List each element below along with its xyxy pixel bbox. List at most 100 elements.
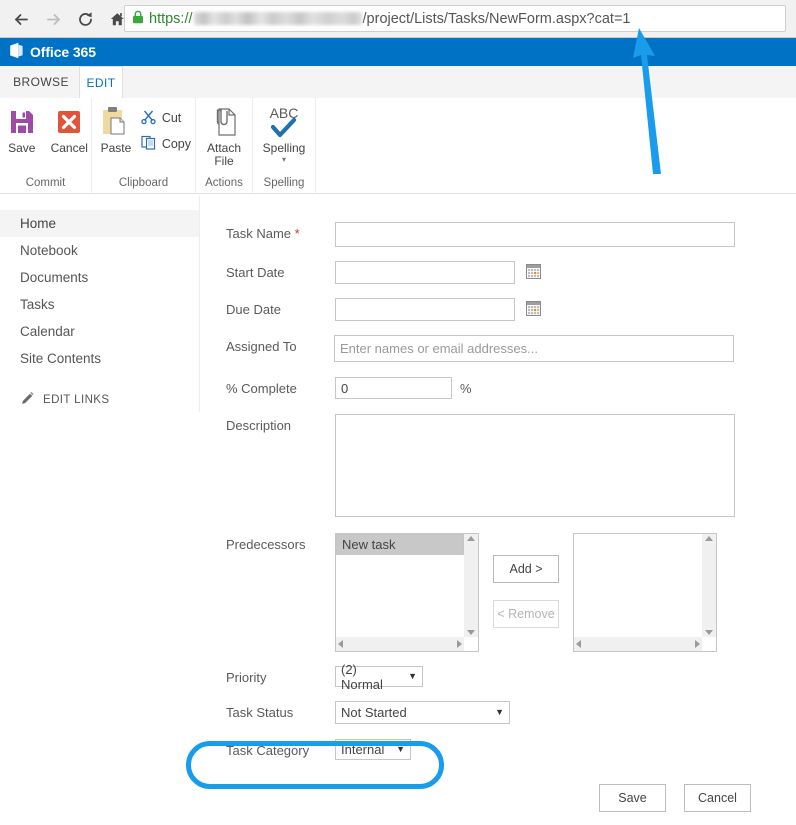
browser-nav-buttons [6,0,132,38]
chevron-down-icon[interactable]: ▾ [282,156,286,164]
sidebar-item-site-contents[interactable]: Site Contents [0,345,199,372]
sidebar-item-tasks[interactable]: Tasks [0,291,199,318]
copy-button-label: Copy [161,137,191,151]
back-button[interactable] [6,4,36,34]
attach-file-button-label: Attach File [206,141,242,168]
url-host-redacted: redacted-domain [193,11,362,25]
floppy-disk-icon [7,104,37,140]
task-status-select[interactable]: Not Started ▼ [335,701,510,724]
available-vertical-scrollbar[interactable] [464,534,478,637]
predecessors-chosen-listbox[interactable] [573,533,717,652]
scrollbar-corner [464,637,478,651]
due-date-input[interactable] [335,298,515,321]
quick-launch-nav: Home Notebook Documents Tasks Calendar S… [0,196,200,412]
form-row-description: Description [200,414,796,517]
url-scheme: https:// [149,10,193,27]
task-category-select-value: Internal [341,742,385,757]
cut-button[interactable]: Cut [136,105,195,131]
forward-button[interactable] [38,4,68,34]
scroll-left-arrow-icon[interactable] [338,640,343,648]
due-date-calendar-icon[interactable] [526,301,541,319]
scroll-down-arrow-icon[interactable] [467,630,475,635]
reload-button[interactable] [70,4,100,34]
task-form: Task Name * Start Date Due Date Assigned… [200,196,796,812]
address-bar[interactable]: https://redacted-domain/project/Lists/Ta… [124,5,786,32]
paste-button[interactable]: Paste [96,104,136,155]
percent-complete-control: % [335,377,472,399]
task-category-select[interactable]: Internal ▼ [335,739,411,760]
ribbon-group-commit-label: Commit [25,177,66,189]
priority-control: (2) Normal ▼ [335,662,423,692]
cancel-button[interactable]: Cancel [48,104,92,155]
chevron-down-icon: ▼ [408,671,417,681]
clipboard-small-commands: Cut Copy [136,104,195,157]
copy-pages-icon [140,134,157,154]
available-horizontal-scrollbar[interactable] [336,637,464,651]
start-date-calendar-icon[interactable] [526,264,541,282]
description-textarea[interactable] [335,414,735,517]
lock-icon [132,10,144,27]
sidebar-item-calendar[interactable]: Calendar [0,318,199,345]
add-button[interactable]: Add > [493,555,559,583]
sidebar-item-documents[interactable]: Documents [0,264,199,291]
ribbon-group-spelling: ABC Spelling ▾ Spelling [253,98,316,194]
start-date-input[interactable] [335,261,515,284]
scroll-left-arrow-icon[interactable] [576,640,581,648]
assigned-to-control [334,335,734,362]
form-row-task-category: Task Category Internal ▼ [200,739,796,760]
browser-toolbar: https://redacted-domain/project/Lists/Ta… [0,0,796,38]
task-status-control: Not Started ▼ [335,701,510,724]
chosen-horizontal-scrollbar[interactable] [574,637,702,651]
predecessors-transfer-buttons: Add > < Remove [479,533,573,628]
task-name-label: Task Name * [226,226,300,241]
ribbon-group-commit: Save Cancel Commit [0,98,92,194]
save-button[interactable]: Save [0,104,44,155]
percent-complete-input[interactable] [335,377,452,399]
office365-brand[interactable]: Office 365 [9,42,96,62]
scroll-right-arrow-icon[interactable] [695,640,700,648]
sidebar-item-home[interactable]: Home [0,210,199,237]
scroll-right-arrow-icon[interactable] [457,640,462,648]
cancel-button-label: Cancel [50,141,88,155]
form-cancel-button[interactable]: Cancel [684,784,751,812]
spelling-button[interactable]: ABC Spelling ▾ [256,104,312,164]
priority-label: Priority [226,670,267,685]
copy-button[interactable]: Copy [136,131,195,157]
attach-file-button[interactable]: Attach File [200,104,248,168]
ribbon-group-clipboard: Paste Cut Copy Clipboard [92,98,196,194]
form-row-predecessors: Predecessors New task Add > < Remove [200,533,796,652]
form-save-button[interactable]: Save [599,784,666,812]
scroll-up-arrow-icon[interactable] [705,536,713,541]
remove-button: < Remove [493,600,559,628]
save-button-label: Save [8,141,36,155]
form-row-due-date: Due Date [200,298,796,321]
start-date-label: Start Date [226,265,285,280]
tab-browse[interactable]: BROWSE [8,66,74,98]
predecessors-label: Predecessors [226,537,306,552]
reload-icon [76,10,95,29]
paperclip-document-icon [209,104,239,140]
due-date-label: Due Date [226,302,281,317]
task-name-input[interactable] [335,222,735,247]
chevron-down-icon: ▼ [495,707,504,717]
due-date-control [335,298,541,321]
list-item[interactable]: New task [336,534,464,555]
ribbon-group-clipboard-items: Paste Cut Copy [92,98,195,172]
ribbon-group-spelling-items: ABC Spelling ▾ [253,98,315,172]
chosen-vertical-scrollbar[interactable] [702,534,716,637]
tab-edit[interactable]: EDIT [79,66,123,98]
url-text: https://redacted-domain/project/Lists/Ta… [149,11,630,27]
scroll-up-arrow-icon[interactable] [467,536,475,541]
scroll-down-arrow-icon[interactable] [705,630,713,635]
ribbon-group-commit-items: Save Cancel [0,98,91,172]
form-row-start-date: Start Date [200,261,796,284]
sidebar-item-notebook[interactable]: Notebook [0,237,199,264]
red-x-icon [54,104,84,140]
assigned-to-input[interactable] [334,335,734,362]
task-status-select-value: Not Started [341,705,407,720]
description-control [335,414,735,517]
priority-select[interactable]: (2) Normal ▼ [335,662,423,692]
ribbon: Save Cancel Commit Paste Cut Copy Clipbo… [0,98,796,194]
edit-links-button[interactable]: EDIT LINKS [0,388,199,412]
predecessors-available-listbox[interactable]: New task [335,533,479,652]
